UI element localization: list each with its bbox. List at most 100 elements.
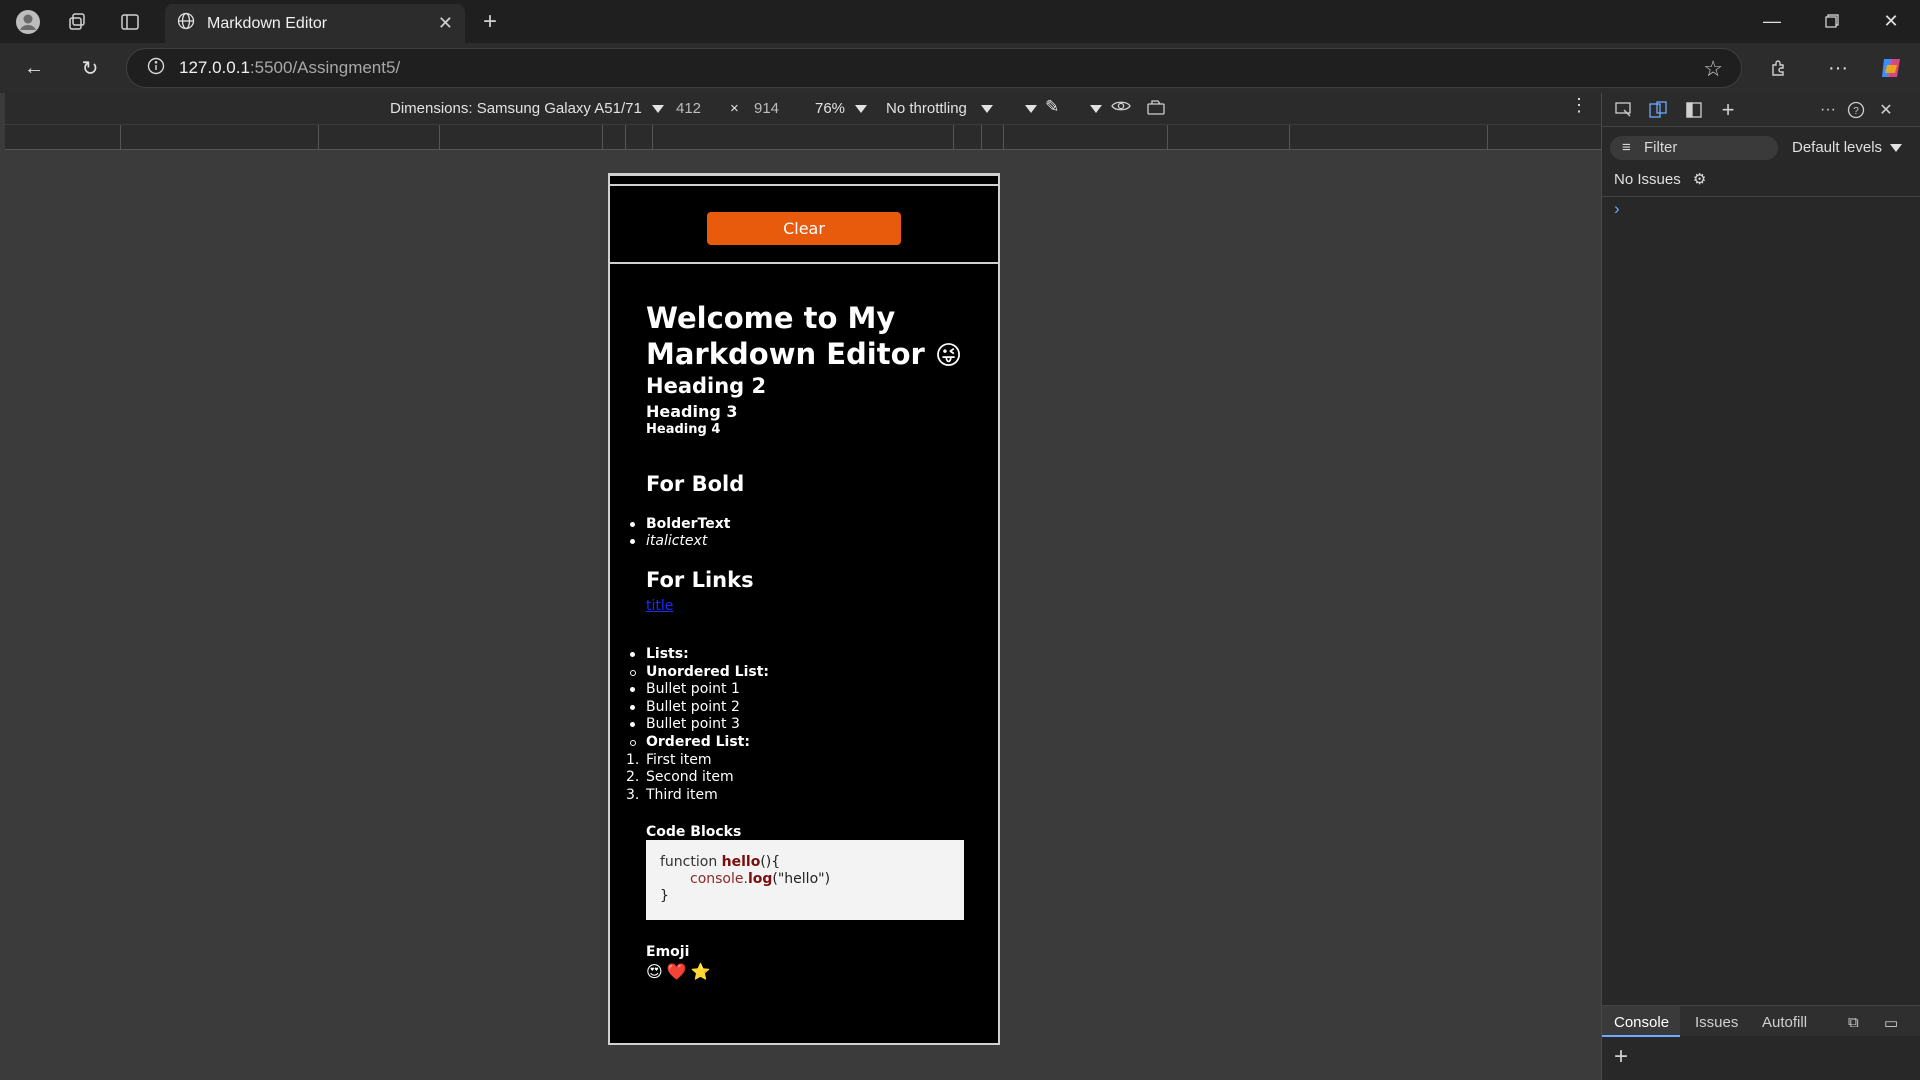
code-method: log (747, 871, 773, 887)
reload-icon[interactable]: ↻ (75, 53, 105, 83)
preview-link[interactable]: title (646, 598, 673, 614)
tab-issues[interactable]: Issues (1695, 1014, 1738, 1031)
issues-status-label: No Issues (1614, 171, 1681, 188)
rotate-icon[interactable] (1146, 98, 1166, 120)
add-drawer-tab-icon[interactable]: + (1614, 1043, 1628, 1071)
globe-icon (177, 12, 195, 35)
code-block: function hello(){ console.log("hello") } (646, 840, 964, 920)
throttling-label: No throttling (886, 100, 967, 117)
code-section-heading: Code Blocks (646, 824, 742, 840)
filter-placeholder: Filter (1644, 139, 1678, 156)
list-item: 1. First item (626, 752, 769, 770)
device-viewport: Clear Welcome to My Markdown Editor 😜 He… (608, 173, 1000, 1045)
devtools-drawer-tabs: Console Issues Autofill ⧉ ▭ (1602, 1005, 1920, 1037)
vertical-tabs-icon[interactable] (116, 8, 144, 36)
list-item: Bullet point 2 (629, 699, 769, 717)
close-window-icon[interactable]: ✕ (1871, 6, 1911, 36)
heart-eyes-emoji-icon: 😍 (646, 962, 663, 981)
new-tab-icon[interactable]: + (476, 8, 504, 36)
workspaces-icon[interactable] (63, 8, 91, 36)
eyedropper-icon[interactable]: ✎ (1045, 97, 1059, 117)
favorite-star-icon[interactable]: ☆ (1703, 56, 1723, 82)
clear-button[interactable]: Clear (707, 212, 901, 245)
media-query-ruler (5, 124, 1601, 150)
tab-autofill[interactable]: Autofill (1762, 1014, 1807, 1031)
emoji-row: 😍 ❤️ ⭐ (646, 962, 711, 981)
code-object: console. (690, 871, 748, 887)
winking-emoji-icon: 😜 (934, 341, 963, 371)
list-item-label: Second item (646, 769, 734, 786)
console-prompt[interactable]: › (1614, 199, 1620, 219)
back-icon[interactable]: ← (19, 53, 49, 83)
width-input[interactable]: 412 (676, 100, 701, 117)
preview-h3: Heading 3 (646, 402, 738, 421)
list-item: Lists: (629, 646, 769, 664)
chevron-down-icon (651, 105, 664, 114)
close-drawer-icon[interactable]: ▭ (1884, 1014, 1898, 1032)
chevron-down-icon (1090, 105, 1102, 114)
navigation-bar: ← ↻ 127.0.0.1:5500/Assingment5/ ☆ ··· (0, 43, 1920, 93)
height-input[interactable]: 914 (754, 100, 779, 117)
minimize-icon[interactable]: — (1752, 6, 1792, 36)
dimension-separator: × (730, 100, 739, 117)
code-function-name: hello (721, 854, 761, 870)
close-devtools-icon[interactable]: ✕ (1874, 99, 1898, 121)
issues-status[interactable]: No Issues ⚙ (1614, 170, 1706, 188)
list-number: 1. (626, 751, 640, 768)
devtools-panel: + ··· ? ✕ ≡ Filter Default levels No Iss… (1601, 93, 1920, 1080)
code-line-3: } (660, 888, 669, 904)
console-filter-input[interactable]: ≡ Filter (1610, 136, 1778, 160)
chevron-down-icon (1025, 105, 1037, 114)
svg-text:?: ? (1853, 106, 1859, 117)
preview-h2: Heading 2 (646, 374, 767, 398)
list-item: 3. Third item (626, 786, 769, 805)
code-line-1: function hello(){ (660, 854, 950, 871)
profile-avatar-icon[interactable] (14, 8, 42, 36)
url-path: :5500/Assingment5/ (249, 58, 401, 77)
more-vertical-icon[interactable]: ⋮ (1570, 95, 1588, 116)
vision-deficiency-icon[interactable] (1111, 98, 1131, 118)
log-levels-dropdown[interactable]: Default levels (1792, 139, 1903, 156)
code-signature: (){ (760, 854, 781, 870)
list-number: 2. (626, 769, 640, 786)
list-item-label: Third item (646, 786, 718, 803)
more-menu-icon[interactable]: ··· (1823, 53, 1853, 83)
help-icon[interactable]: ? (1844, 99, 1868, 121)
chevron-down-icon (1890, 144, 1903, 153)
code-keyword: function (660, 854, 718, 870)
undock-drawer-icon[interactable]: ⧉ (1848, 1014, 1859, 1031)
close-tab-icon[interactable]: ✕ (438, 13, 453, 34)
device-toggle-icon[interactable] (1646, 99, 1670, 121)
extensions-icon[interactable] (1764, 53, 1794, 83)
list-item: Bullet point 1 (629, 681, 769, 699)
log-levels-label: Default levels (1792, 139, 1883, 156)
editor-top-border (610, 176, 998, 186)
lists-block: Lists: Unordered List: Bullet point 1 Bu… (626, 646, 770, 805)
save-data-dropdown[interactable] (1021, 100, 1037, 117)
url-host: 127.0.0.1 (179, 58, 250, 77)
tab-strip: Markdown Editor ✕ + — ✕ (0, 0, 1920, 43)
inspect-element-icon[interactable] (1612, 99, 1636, 121)
tab-markdown-editor[interactable]: Markdown Editor ✕ (165, 4, 465, 43)
site-info-icon[interactable] (147, 57, 165, 80)
list-item: italictext (629, 533, 730, 550)
more-tools-icon[interactable]: ··· (1816, 99, 1840, 121)
new-panel-icon[interactable]: + (1716, 97, 1740, 122)
chevron-down-icon (855, 105, 868, 114)
dimensions-dropdown[interactable]: Dimensions: Samsung Galaxy A51/71 (390, 100, 664, 117)
tab-console[interactable]: Console (1614, 1014, 1669, 1031)
format-list: BolderText italictext (629, 516, 731, 550)
zoom-dropdown[interactable]: 76% (815, 100, 868, 117)
throttling-dropdown[interactable]: No throttling (886, 100, 993, 117)
address-bar[interactable]: 127.0.0.1:5500/Assingment5/ ☆ (126, 48, 1742, 88)
zoom-label: 76% (815, 100, 846, 117)
copilot-icon[interactable] (1876, 53, 1906, 83)
markdown-preview: Welcome to My Markdown Editor 😜 Heading … (610, 262, 998, 1043)
restore-icon[interactable] (1812, 6, 1852, 36)
list-item: Unordered List: (629, 663, 770, 680)
dock-side-icon[interactable] (1682, 99, 1706, 121)
more-options-dropdown[interactable] (1086, 100, 1102, 117)
preview-h1-text: Welcome to My Markdown Editor (646, 301, 925, 371)
list-item: BolderText (629, 516, 731, 532)
gear-icon[interactable]: ⚙ (1693, 171, 1706, 188)
